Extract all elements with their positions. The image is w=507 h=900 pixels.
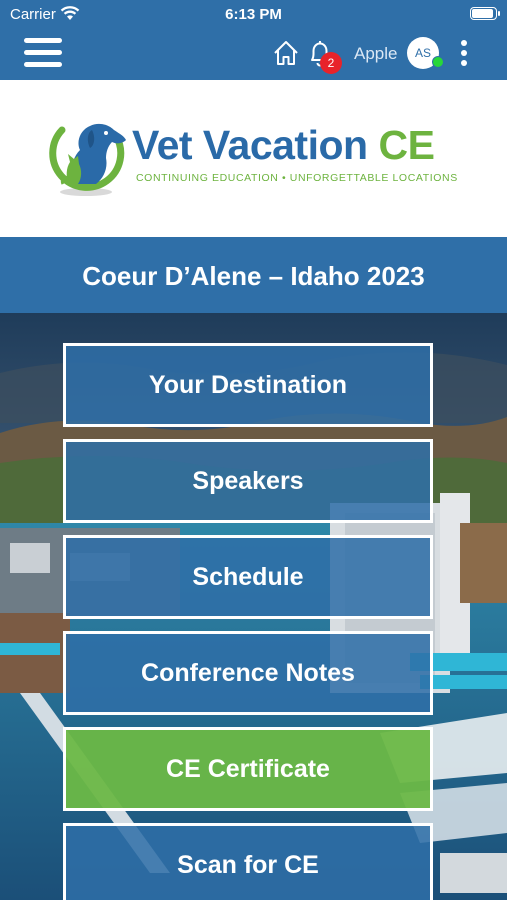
ce-certificate-button[interactable]: CE Certificate — [63, 727, 433, 811]
battery-level — [472, 9, 493, 18]
hamburger-menu-icon[interactable] — [24, 35, 64, 69]
brand-name: Vet Vacation CE — [132, 122, 435, 169]
schedule-button[interactable]: Schedule — [63, 535, 433, 619]
logo-banner: Vet Vacation CE CONTINUING EDUCATION • U… — [0, 80, 507, 237]
conference-notes-button[interactable]: Conference Notes — [63, 631, 433, 715]
brand-name-main: Vet Vacation — [132, 122, 368, 168]
home-icon[interactable] — [272, 39, 300, 67]
battery-icon — [470, 7, 500, 20]
online-status-dot — [432, 56, 444, 68]
speakers-button[interactable]: Speakers — [63, 439, 433, 523]
scan-for-ce-button[interactable]: Scan for CE — [63, 823, 433, 900]
username-label[interactable]: Apple — [354, 44, 397, 64]
brand-name-accent: CE — [378, 122, 435, 168]
notification-count-badge: 2 — [320, 52, 342, 74]
event-header: Coeur D’Alene – Idaho 2023 — [0, 237, 507, 313]
event-title: Coeur D’Alene – Idaho 2023 — [82, 261, 425, 291]
app-bar: 2 Apple AS — [0, 28, 507, 80]
clock: 6:13 PM — [225, 6, 282, 23]
dog-cat-logo-icon — [49, 123, 126, 196]
your-destination-button[interactable]: Your Destination — [63, 343, 433, 427]
brand-tagline: CONTINUING EDUCATION • UNFORGETTABLE LOC… — [136, 172, 458, 184]
status-bar: Carrier 6:13 PM — [0, 0, 507, 28]
more-vertical-icon[interactable] — [456, 39, 472, 69]
